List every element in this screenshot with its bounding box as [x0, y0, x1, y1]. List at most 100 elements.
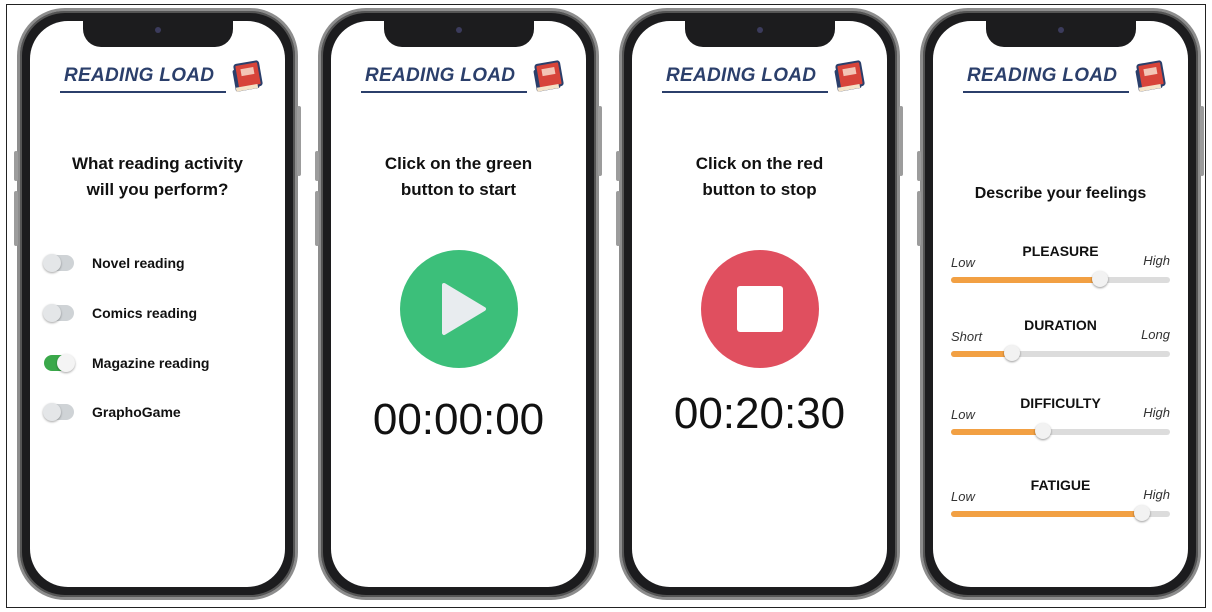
question-line-2: will you perform? [86, 180, 229, 199]
option-label: GraphoGame [92, 404, 181, 420]
stop-icon [736, 286, 783, 332]
slider-fill [951, 511, 1142, 517]
notch [82, 21, 233, 47]
stop-button[interactable] [700, 250, 819, 368]
book-icon [834, 60, 865, 92]
toggle-knob [43, 254, 61, 272]
slider-track[interactable] [951, 345, 1170, 361]
option-graphogame[interactable]: GraphoGame [43, 400, 181, 424]
slider-low-label: Low [951, 407, 975, 422]
camera-icon [1057, 27, 1064, 33]
instruction-line-2: button to stop [702, 180, 817, 199]
slider-fatigue[interactable]: FATIGUE Low High [947, 477, 1174, 537]
feelings-title: Describe your feelings [974, 185, 1147, 202]
app-title: READING LOAD [666, 65, 817, 86]
side-button [1200, 106, 1204, 176]
toggle-switch[interactable] [43, 304, 74, 322]
logo-underline [662, 91, 828, 93]
slider-track[interactable] [951, 505, 1170, 521]
camera-icon [455, 27, 462, 33]
phone-feelings: READING LOAD Describe your feelings PLEA… [917, 8, 1204, 600]
slider-fill [951, 351, 1013, 357]
question-line-1: What reading activity [72, 154, 243, 173]
side-button [616, 151, 620, 181]
slider-handle[interactable] [1034, 423, 1051, 439]
app-title: READING LOAD [967, 65, 1118, 86]
phone-screen: READING LOAD Click on the red button to … [632, 21, 887, 587]
slider-difficulty[interactable]: DIFFICULTY Low High [947, 395, 1174, 455]
side-button [917, 191, 921, 246]
slider-high-label: Long [1141, 327, 1170, 342]
toggle-knob [43, 304, 61, 322]
phone-stop-timer: READING LOAD Click on the red button to … [616, 8, 903, 600]
app-logo: READING LOAD [331, 60, 586, 103]
slider-low-label: Low [951, 255, 975, 270]
instruction-line-1: Click on the red [695, 154, 824, 173]
side-button [899, 106, 903, 176]
play-icon [441, 283, 486, 335]
slider-handle[interactable] [1004, 345, 1021, 361]
slider-fill [951, 277, 1100, 283]
toggle-switch[interactable] [43, 403, 74, 421]
slider-title: DIFFICULTY [1020, 395, 1101, 411]
logo-underline [361, 91, 527, 93]
toggle-switch[interactable] [44, 354, 75, 372]
toggle-knob [57, 354, 75, 372]
slider-high-label: High [1143, 405, 1170, 420]
book-icon [1135, 60, 1166, 92]
phone-screen: READING LOAD Describe your feelings PLEA… [933, 21, 1188, 587]
option-label: Novel reading [92, 255, 185, 271]
side-button [616, 191, 620, 246]
toggle-knob [43, 403, 61, 421]
slider-high-label: High [1143, 253, 1170, 268]
slider-fill [951, 429, 1043, 435]
side-button [297, 106, 301, 176]
book-icon [533, 60, 564, 92]
app-logo: READING LOAD [30, 60, 285, 103]
toggle-switch[interactable] [43, 254, 74, 272]
logo-underline [963, 91, 1129, 93]
side-button [315, 151, 319, 181]
slider-track[interactable] [951, 271, 1170, 287]
phone-start-timer: READING LOAD Click on the green button t… [315, 8, 602, 600]
book-icon [232, 60, 263, 92]
side-button [598, 106, 602, 176]
app-title: READING LOAD [64, 65, 215, 86]
side-button [315, 191, 319, 246]
side-button [917, 151, 921, 181]
slider-track[interactable] [951, 423, 1170, 439]
slider-pleasure[interactable]: PLEASURE Low High [947, 243, 1174, 303]
notch [383, 21, 534, 47]
instruction-line-1: Click on the green [384, 154, 533, 173]
logo-underline [60, 91, 226, 93]
slider-low-label: Short [951, 329, 983, 344]
slider-high-label: High [1143, 487, 1170, 502]
instruction-line-2: button to start [400, 180, 517, 199]
timer-display: 00:20:30 [673, 389, 846, 438]
slider-low-label: Low [951, 489, 975, 504]
app-logo: READING LOAD [632, 60, 887, 103]
side-button [14, 191, 18, 246]
phone-activity-select: READING LOAD What reading activity will … [14, 8, 301, 600]
option-magazine-reading[interactable]: Magazine reading [44, 351, 209, 375]
camera-icon [756, 27, 763, 33]
notch [684, 21, 835, 47]
timer-display: 00:00:00 [372, 395, 545, 444]
slider-handle[interactable] [1133, 505, 1150, 521]
start-button[interactable] [399, 250, 518, 368]
side-button [14, 151, 18, 181]
slider-title: FATIGUE [1030, 477, 1091, 493]
app-title: READING LOAD [365, 65, 516, 86]
option-novel-reading[interactable]: Novel reading [43, 251, 185, 275]
app-logo: READING LOAD [933, 60, 1188, 103]
slider-duration[interactable]: DURATION Short Long [947, 317, 1174, 377]
camera-icon [154, 27, 161, 33]
phone-screen: READING LOAD Click on the green button t… [331, 21, 586, 587]
slider-title: PLEASURE [1022, 243, 1099, 259]
slider-handle[interactable] [1091, 271, 1108, 287]
option-label: Comics reading [92, 305, 198, 321]
notch [985, 21, 1136, 47]
option-comics-reading[interactable]: Comics reading [43, 301, 198, 325]
phone-screen: READING LOAD What reading activity will … [30, 21, 285, 587]
option-label: Magazine reading [92, 355, 210, 371]
